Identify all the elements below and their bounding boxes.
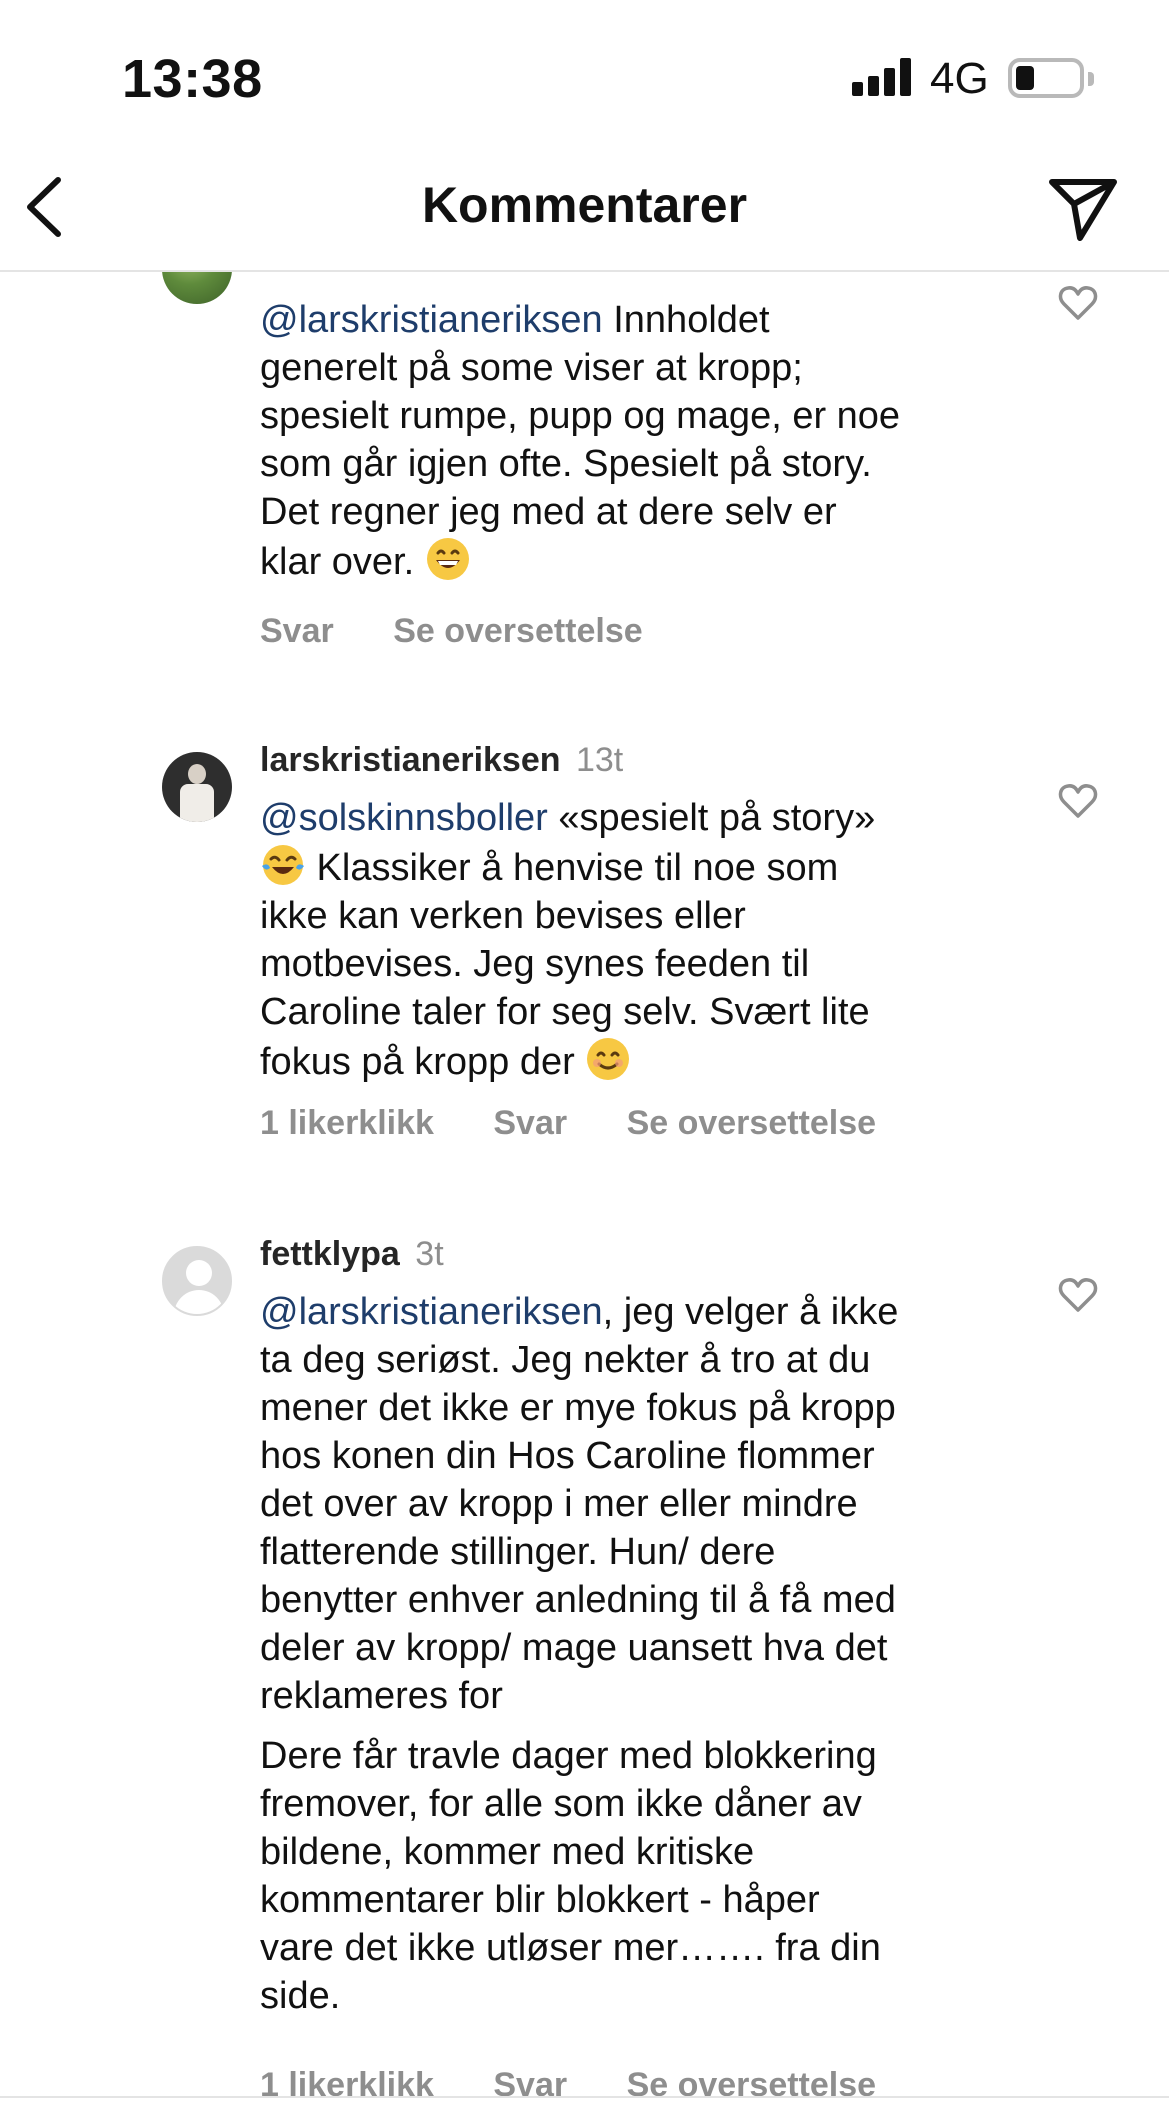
- reply-button[interactable]: Svar: [493, 1104, 567, 1142]
- comment-age: 3t: [415, 1235, 444, 1273]
- comment-actions: 1 likerklikk Svar Se oversettelse: [260, 2066, 926, 2105]
- reply-button[interactable]: Svar: [493, 2066, 567, 2104]
- mention-link[interactable]: @larskristianeriksen: [260, 299, 603, 341]
- comment-age: 13t: [575, 741, 624, 779]
- avatar[interactable]: [162, 752, 232, 822]
- mention-link[interactable]: @solskinnsboller: [260, 797, 548, 839]
- likes-count[interactable]: 1 likerklikk: [260, 2066, 434, 2104]
- comments-screen: 13:38 4G Kommentarer @larskristianerikse…: [0, 0, 1169, 2117]
- share-button[interactable]: [1046, 172, 1120, 246]
- avatar[interactable]: [162, 1246, 232, 1316]
- like-heart-icon[interactable]: [1058, 782, 1098, 820]
- grinning-face-icon: [426, 538, 469, 580]
- comment-age: 14t: [525, 272, 572, 277]
- header: Kommentarer: [0, 150, 1169, 272]
- network-label: 4G: [930, 54, 989, 103]
- translate-button[interactable]: Se oversettelse: [627, 2066, 877, 2104]
- paper-plane-icon: [1049, 179, 1117, 241]
- avatar[interactable]: [162, 272, 232, 304]
- likes-count[interactable]: 1 likerklikk: [260, 1104, 434, 1142]
- username[interactable]: fettklypa: [260, 1235, 400, 1273]
- signal-icon: [852, 58, 914, 96]
- translate-button[interactable]: Se oversettelse: [627, 1104, 877, 1142]
- divider: [0, 2096, 1169, 2098]
- page-title: Kommentarer: [421, 177, 748, 233]
- mention-link[interactable]: @larskristianeriksen: [260, 1291, 603, 1333]
- username[interactable]: larskristianeriksen: [260, 741, 561, 779]
- status-bar: 13:38 4G: [0, 0, 1169, 150]
- tears-of-joy-icon: [262, 845, 304, 885]
- comment-meta: fettklypa 3t: [260, 1234, 444, 1274]
- status-time: 13:38: [122, 49, 263, 109]
- battery-icon: [1008, 58, 1094, 98]
- comment-text: @larskristianeriksen Innholdet generelt …: [260, 299, 901, 583]
- translate-button[interactable]: Se oversettelse: [393, 612, 643, 650]
- comment-meta: solskinnsboller 14t: [260, 272, 572, 278]
- like-heart-icon[interactable]: [1058, 1276, 1098, 1314]
- like-heart-icon[interactable]: [1058, 284, 1098, 322]
- reply-button[interactable]: Svar: [260, 612, 334, 650]
- comment-meta: larskristianeriksen 13t: [260, 740, 623, 780]
- comment-text: @solskinnsboller «spesielt på story» Kla…: [260, 797, 876, 1083]
- comments-list: solskinnsboller 14t @larskristianeriksen…: [0, 272, 1169, 2117]
- smiling-face-icon: [587, 1038, 630, 1080]
- comment-actions: Svar Se oversettelse: [260, 612, 693, 651]
- username[interactable]: solskinnsboller: [260, 272, 509, 277]
- comment-text: @larskristianeriksen, jeg velger å ikke …: [260, 1291, 899, 2017]
- comment-actions: 1 likerklikk Svar Se oversettelse: [260, 1104, 926, 1143]
